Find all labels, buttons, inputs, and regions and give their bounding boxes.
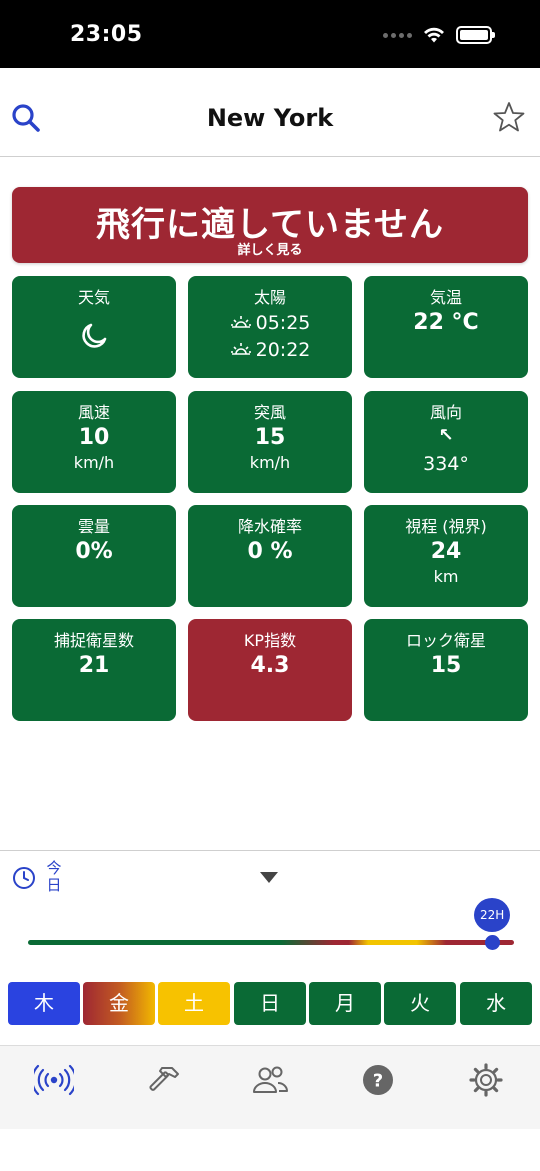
wind-direction-value: 334° [423, 453, 469, 475]
visibility-value: 24 [430, 539, 462, 564]
weather-label: 天気 [77, 288, 110, 307]
section-divider [0, 850, 540, 851]
wind-direction-arrow-icon: ↖ [438, 425, 454, 446]
battery-icon [456, 26, 495, 44]
day-button-sun[interactable]: 日 [234, 982, 306, 1025]
kp-index-value: 4.3 [250, 653, 290, 678]
kp-index-label: KP指数 [243, 631, 297, 650]
sun-label: 太陽 [253, 288, 286, 307]
sunrise-icon [230, 316, 251, 328]
satellites-value: 21 [78, 653, 110, 678]
wind-direction-tile[interactable]: 風向 ↖ 334° [364, 391, 528, 493]
wifi-icon [424, 27, 444, 43]
temperature-value: 22 °C [413, 310, 479, 335]
kp-index-tile[interactable]: KP指数 4.3 [188, 619, 352, 721]
precipitation-label: 降水確率 [237, 517, 302, 536]
sunrise-time: 05:25 [255, 312, 311, 334]
hour-slider-thumb[interactable] [484, 935, 500, 950]
temperature-label: 気温 [429, 288, 462, 307]
settings-icon[interactable] [466, 1062, 506, 1098]
broadcast-icon[interactable] [34, 1062, 74, 1098]
sunset-row: 20:22 [188, 339, 352, 361]
wind-speed-label: 風速 [77, 403, 110, 422]
hour-slider-track[interactable] [28, 940, 514, 945]
sunrise-row: 05:25 [188, 312, 352, 334]
today-label[interactable]: 今日 [46, 860, 62, 894]
precipitation-value: 0 % [247, 539, 293, 564]
hammer-icon[interactable] [142, 1062, 182, 1098]
precipitation-tile[interactable]: 降水確率 0 % [188, 505, 352, 607]
day-button-mon[interactable]: 月 [309, 982, 381, 1025]
sun-tile[interactable]: 太陽 05:25 20:22 [188, 276, 352, 378]
sunset-icon [230, 343, 251, 355]
day-button-sat[interactable]: 土 [158, 982, 230, 1025]
gust-tile[interactable]: 突風 15 km/h [188, 391, 352, 493]
day-button-fri[interactable]: 金 [83, 982, 155, 1025]
satellites-tile[interactable]: 捕捉衛星数 21 [12, 619, 176, 721]
flight-status-banner[interactable]: 飛行に適していません 詳しく見る [12, 187, 528, 263]
clock-icon[interactable] [12, 866, 36, 890]
wind-direction-label: 風向 [429, 403, 462, 422]
visibility-label: 視程 (視界) [405, 517, 487, 536]
details-link[interactable]: 詳しく見る [12, 239, 528, 258]
cloud-cover-tile[interactable]: 雲量 0% [12, 505, 176, 607]
day-button-thu[interactable]: 木 [8, 982, 80, 1025]
gust-unit: km/h [249, 453, 291, 472]
gust-value: 15 [254, 425, 286, 450]
temperature-tile[interactable]: 気温 22 °C [364, 276, 528, 378]
locked-satellites-value: 15 [430, 653, 462, 678]
cloud-cover-label: 雲量 [77, 517, 110, 536]
home-indicator-area [0, 1129, 540, 1171]
day-button-tue[interactable]: 火 [384, 982, 456, 1025]
people-icon[interactable] [250, 1062, 290, 1098]
help-icon[interactable]: ? [358, 1062, 398, 1098]
hour-slider-bubble: 22H [474, 898, 511, 932]
moon-icon [82, 323, 107, 348]
status-time: 23:05 [70, 22, 143, 47]
dropdown-arrow-icon[interactable] [260, 872, 278, 883]
status-icons [383, 26, 495, 44]
sunset-time: 20:22 [255, 339, 311, 361]
cloud-cover-value: 0% [75, 539, 113, 564]
visibility-tile[interactable]: 視程 (視界) 24 km [364, 505, 528, 607]
day-button-wed[interactable]: 水 [460, 982, 532, 1025]
nav-header: New York [0, 68, 540, 157]
gust-label: 突風 [253, 403, 286, 422]
wind-speed-tile[interactable]: 風速 10 km/h [12, 391, 176, 493]
star-icon[interactable] [492, 100, 526, 134]
page-title: New York [206, 104, 334, 132]
wind-speed-unit: km/h [73, 453, 115, 472]
visibility-unit: km [433, 567, 459, 586]
svg-text:?: ? [373, 1071, 383, 1092]
wind-speed-value: 10 [78, 425, 110, 450]
locked-satellites-tile[interactable]: ロック衛星 15 [364, 619, 528, 721]
cellular-signal-icon [383, 32, 412, 38]
locked-satellites-label: ロック衛星 [405, 631, 486, 650]
weather-tile[interactable]: 天気 [12, 276, 176, 378]
satellites-label: 捕捉衛星数 [53, 631, 134, 650]
tab-bar: ? [0, 1045, 540, 1129]
status-bar: 23:05 [0, 0, 540, 68]
